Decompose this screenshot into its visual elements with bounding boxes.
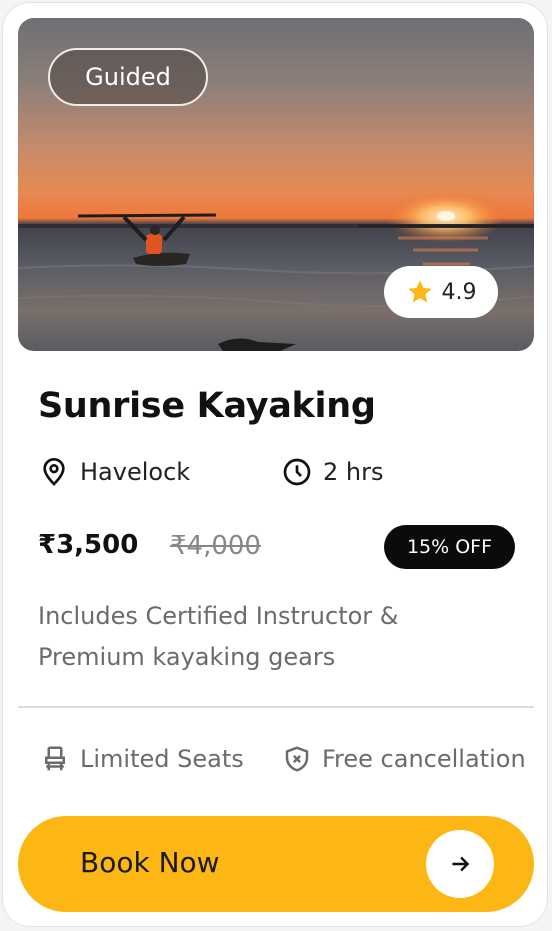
book-now-label: Book Now — [80, 846, 220, 879]
divider — [18, 706, 534, 708]
duration-label: 2 hrs — [323, 458, 384, 486]
free-cancellation-label: Free cancellation — [322, 745, 526, 773]
clock-icon — [283, 458, 311, 486]
location-pin-icon — [43, 458, 65, 486]
limited-seats-label: Limited Seats — [80, 745, 244, 773]
location-label: Havelock — [80, 458, 191, 486]
shield-x-icon — [285, 746, 309, 772]
duration: 2 hrs — [281, 456, 383, 488]
rating-badge: 4.9 — [384, 266, 498, 318]
activity-description: Includes Certified Instructor & Premium … — [38, 602, 399, 671]
location: Havelock — [38, 456, 190, 488]
rating-value: 4.9 — [441, 279, 477, 305]
feature-free-cancellation: Free cancellation — [282, 744, 526, 774]
current-price: ₹3,500 — [38, 530, 139, 560]
arrow-right-icon — [452, 856, 470, 872]
book-now-button[interactable]: Book Now — [18, 816, 534, 912]
arrow-circle — [426, 830, 494, 898]
star-icon — [407, 280, 432, 303]
original-price: ₹4,000 — [170, 531, 261, 561]
activity-title: Sunrise Kayaking — [38, 386, 376, 426]
feature-limited-seats: Limited Seats — [40, 744, 244, 774]
discount-badge: 15% OFF — [384, 525, 515, 569]
category-tag: Guided — [48, 48, 208, 106]
seat-icon — [45, 746, 65, 771]
